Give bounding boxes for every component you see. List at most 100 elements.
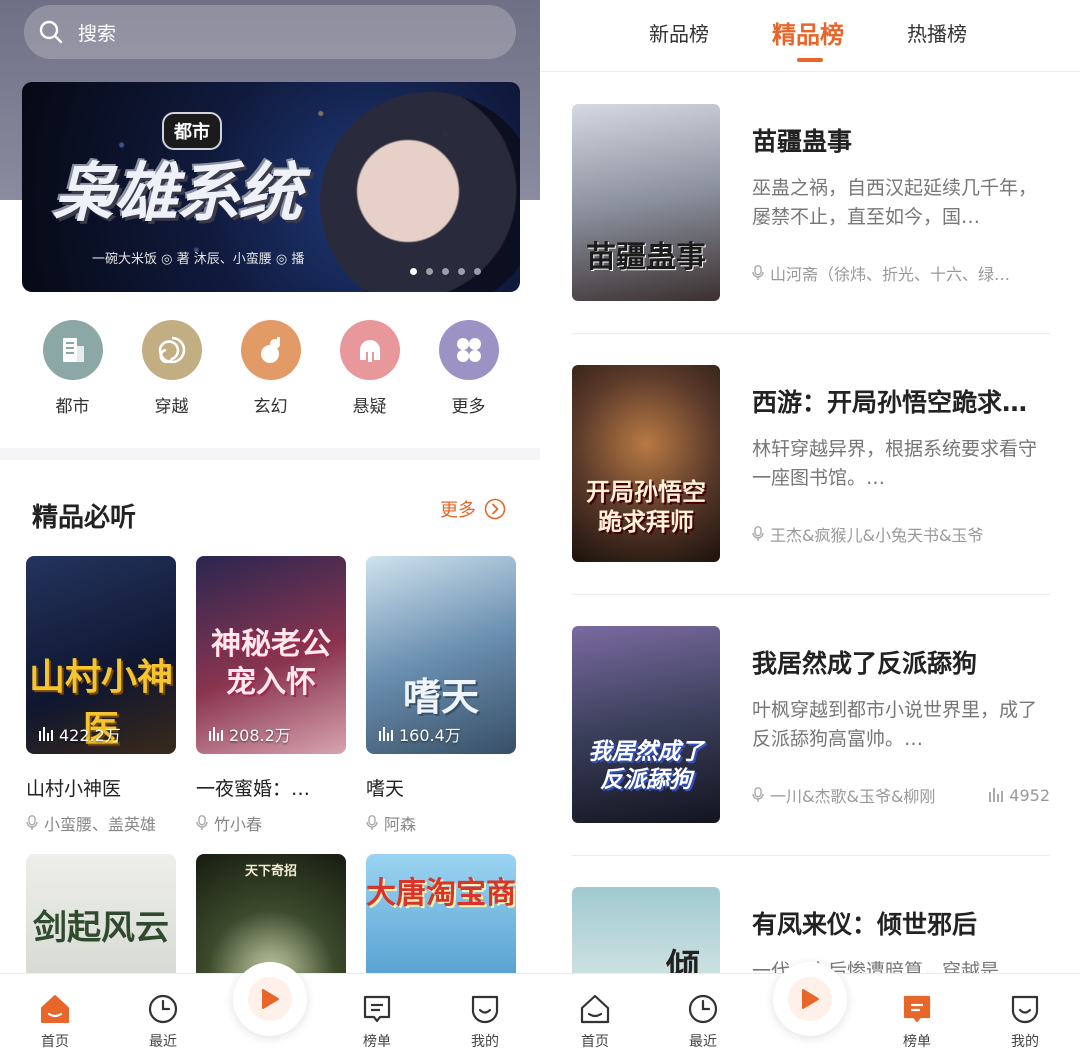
tab-new[interactable]: 新品榜 <box>649 18 709 47</box>
tab-hot[interactable]: 热播榜 <box>907 18 967 47</box>
category-label: 更多 <box>451 397 486 417</box>
category-fantasy[interactable]: 玄幻 <box>221 320 320 417</box>
book-card[interactable]: 山村小神医 422.2万 山村小神医 小蛮腰、盖英雄 <box>26 556 176 835</box>
nav-label: 我的 <box>471 1034 499 1050</box>
microphone-icon <box>752 265 764 280</box>
book-cover: 神秘老公宠入怀 208.2万 <box>196 556 346 754</box>
spiral-vortex-icon <box>141 320 202 380</box>
nav-label: 榜单 <box>903 1034 931 1050</box>
search-bar[interactable]: 搜索 <box>24 5 516 59</box>
more-label: 更多 <box>440 500 476 521</box>
active-tab-indicator <box>797 58 823 62</box>
book-card[interactable]: 神秘老公宠入怀 208.2万 一夜蜜婚：… 竹小春 <box>196 556 346 835</box>
play-count: 208.2万 <box>208 722 291 746</box>
book-title: 一夜蜜婚：… <box>196 778 311 800</box>
microphone-icon <box>196 815 208 830</box>
nav-home[interactable]: 首页 <box>20 992 90 1051</box>
category-time-travel[interactable]: 穿越 <box>122 320 221 417</box>
ranking-item[interactable]: 开局孙悟空跪求拜师 西游：开局孙悟空跪求… 林轩穿越异界，根据系统要求看守一座图… <box>572 365 1050 565</box>
search-icon <box>39 20 63 44</box>
home-icon <box>580 994 610 1024</box>
cover-title-art: 神秘老公宠入怀 <box>211 627 331 700</box>
play-count-value: 4952 <box>1009 785 1050 805</box>
list-divider <box>572 333 1050 334</box>
category-mystery[interactable]: 悬疑 <box>320 320 419 417</box>
pagination-dot <box>442 268 449 275</box>
play-count-bars-icon <box>989 788 1004 802</box>
cover-title-art: 我居然成了反派舔狗 <box>588 739 704 793</box>
microphone-icon <box>26 815 38 830</box>
narrator-name: 竹小春 <box>214 815 263 834</box>
nav-label: 我的 <box>1011 1034 1039 1050</box>
banner-pagination <box>410 268 481 275</box>
tab-premium[interactable]: 精品榜 <box>772 15 844 50</box>
list-divider <box>572 855 1050 856</box>
category-city[interactable]: 都市 <box>23 320 122 417</box>
profile-smile-icon <box>471 995 499 1024</box>
book-narrator: 阿森 <box>366 811 516 835</box>
cover-title-art: 天下奇招 <box>244 864 297 879</box>
narrator-name: 阿森 <box>384 815 417 834</box>
gourd-icon <box>240 320 301 380</box>
book-title: 西游：开局孙悟空跪求… <box>752 388 1028 417</box>
pagination-dot <box>474 268 481 275</box>
section-more-link[interactable]: 更多 <box>440 496 506 522</box>
nav-ranking[interactable]: 榜单 <box>342 992 412 1051</box>
book-cover: 苗疆蛊事 <box>572 104 720 301</box>
book-title: 有凤来仪：倾世邪后 <box>752 910 978 939</box>
book-cover: 山村小神医 422.2万 <box>26 556 176 754</box>
ranking-item[interactable]: 我居然成了反派舔狗 我居然成了反派舔狗 叶枫穿越到都市小说世界里，成了反派舔狗高… <box>572 626 1050 826</box>
promo-banner[interactable]: 都市 枭雄系统 一碗大米饭 ◎ 著 沐辰、小蛮腰 ◎ 播 <box>22 82 520 292</box>
play-count-bars-icon <box>39 727 53 741</box>
microphone-icon <box>366 815 378 830</box>
narrator-name: 小蛮腰、盖英雄 <box>44 815 157 834</box>
book-cover: 我居然成了反派舔狗 <box>572 626 720 823</box>
narrator-names: 山河斋（徐炜、折光、十六、绿… <box>770 265 1011 284</box>
play-icon <box>788 977 832 1021</box>
cover-title-art: 大唐淘宝商 <box>366 876 516 911</box>
book-narrator: 小蛮腰、盖英雄 <box>26 811 176 835</box>
pagination-dot <box>410 268 417 275</box>
list-divider <box>572 594 1050 595</box>
search-placeholder: 搜索 <box>78 22 117 45</box>
nav-label: 首页 <box>41 1034 69 1050</box>
nav-recent[interactable]: 最近 <box>668 992 738 1051</box>
banner-title: 枭雄系统 <box>52 157 302 231</box>
narrator-names: 一川&杰歌&玉爷&柳刚 <box>770 787 936 806</box>
book-narrator: 竹小春 <box>196 811 346 835</box>
nav-profile[interactable]: 我的 <box>450 992 520 1051</box>
ranking-item[interactable]: 苗疆蛊事 苗疆蛊事 巫蛊之祸，自西汉起延续几千年，屡禁不止，直至如今，国… 山河… <box>572 104 1050 304</box>
nav-recent[interactable]: 最近 <box>128 992 198 1051</box>
book-description: 巫蛊之祸，自西汉起延续几千年，屡禁不止，直至如今，国… <box>752 177 1038 228</box>
profile-smile-icon <box>1011 995 1039 1024</box>
book-meta: 王杰&疯猴儿&小兔天书&玉爷 <box>752 522 1050 546</box>
book-cover: 开局孙悟空跪求拜师 <box>572 365 720 562</box>
category-more[interactable]: 更多 <box>419 320 518 417</box>
pagination-dot <box>458 268 465 275</box>
play-count-bars-icon <box>379 727 393 741</box>
category-label: 穿越 <box>154 397 189 417</box>
player-button[interactable] <box>233 962 307 1036</box>
book-title: 山村小神医 <box>26 778 122 800</box>
book-card[interactable]: 嗜天 160.4万 嗜天 阿森 <box>366 556 516 835</box>
nav-ranking[interactable]: 榜单 <box>882 992 952 1051</box>
chart-list-icon <box>903 995 931 1023</box>
category-label: 玄幻 <box>253 397 288 417</box>
play-count-bars-icon <box>209 727 223 741</box>
cover-title-art: 剑起风云 <box>33 908 169 948</box>
book-cover: 嗜天 160.4万 <box>366 556 516 754</box>
bottom-navigation: 首页 最近 榜单 我的 <box>0 962 540 1053</box>
microphone-icon <box>752 526 764 541</box>
play-count-value: 160.4万 <box>399 726 461 745</box>
nav-label: 最近 <box>689 1034 717 1050</box>
book-title: 我居然成了反派舔狗 <box>752 649 978 678</box>
nav-profile[interactable]: 我的 <box>990 992 1060 1051</box>
play-count: 160.4万 <box>378 722 461 746</box>
player-button[interactable] <box>773 962 847 1036</box>
nav-label: 榜单 <box>363 1034 391 1050</box>
cover-title-art: 开局孙悟空跪求拜师 <box>586 478 706 536</box>
nav-home[interactable]: 首页 <box>560 992 630 1051</box>
helmet-icon <box>339 320 400 380</box>
cover-title-art: 嗜天 <box>402 675 479 719</box>
nav-label: 首页 <box>581 1034 609 1050</box>
